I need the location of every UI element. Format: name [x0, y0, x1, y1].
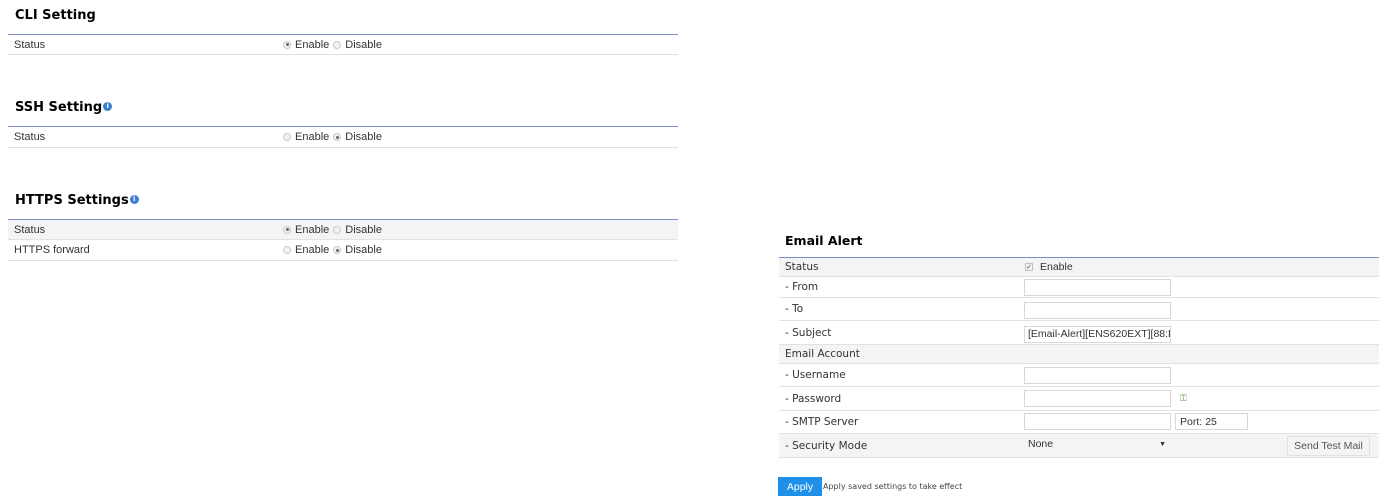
email-to-input[interactable] — [1024, 302, 1171, 319]
https-status-label: Status — [14, 223, 46, 236]
ssh-disable-label[interactable]: Disable — [345, 131, 382, 143]
https-forward-enable-radio[interactable] — [283, 246, 291, 254]
dropdown-arrow-icon: ▼ — [1159, 441, 1166, 448]
ssh-setting-title: SSH Setting i — [15, 100, 113, 115]
email-account-row: Email Account — [779, 345, 1379, 364]
ssh-status-row: Status Enable Disable — [8, 127, 678, 148]
cli-setting-title-text: CLI Setting — [15, 8, 96, 23]
email-password-input[interactable] — [1024, 390, 1171, 407]
cli-disable-label[interactable]: Disable — [345, 39, 382, 51]
email-username-label: - Username — [785, 369, 846, 381]
email-smtp-label: - SMTP Server — [785, 416, 859, 428]
smtp-port-field[interactable]: Port: 25 — [1175, 413, 1248, 430]
email-subject-label: - Subject — [785, 326, 832, 339]
cli-status-row: Status Enable Disable — [8, 35, 678, 55]
ssh-enable-radio[interactable] — [283, 133, 291, 141]
email-subject-input[interactable]: [Email-Alert][ENS620EXT][88:D — [1024, 326, 1171, 343]
https-disable-label[interactable]: Disable — [345, 224, 382, 236]
cli-status-label: Status — [14, 38, 46, 51]
email-status-row: Status ✓ Enable — [779, 258, 1379, 277]
email-password-label: - Password — [785, 392, 842, 405]
https-enable-radio[interactable] — [283, 225, 291, 234]
security-mode-value: None — [1028, 438, 1054, 450]
email-security-label: - Security Mode — [785, 439, 868, 452]
ssh-disable-radio[interactable] — [333, 133, 342, 141]
https-forward-label: HTTPS forward — [14, 244, 90, 256]
email-alert-title: Email Alert — [785, 233, 863, 248]
cli-enable-label[interactable]: Enable — [295, 39, 329, 51]
email-alert-title-text: Email Alert — [785, 233, 863, 248]
ssh-status-label: Status — [14, 131, 46, 143]
apply-button[interactable]: Apply — [778, 477, 822, 496]
email-to-label: - To — [785, 303, 804, 315]
smtp-port-label: Port: — [1180, 415, 1203, 428]
https-settings-title: HTTPS Settings i — [15, 193, 139, 208]
key-icon[interactable]: ⚿ — [1180, 393, 1187, 404]
https-disable-radio[interactable] — [333, 225, 342, 234]
ssh-setting-title-text: SSH Setting — [15, 100, 103, 115]
send-test-mail-button[interactable]: Send Test Mail — [1287, 436, 1370, 456]
security-mode-select[interactable]: None ▼ — [1024, 436, 1171, 453]
email-username-input[interactable] — [1024, 367, 1171, 384]
info-icon[interactable]: i — [103, 101, 113, 111]
info-icon[interactable]: i — [129, 194, 139, 204]
https-status-row: Status Enable Disable — [8, 220, 678, 240]
https-settings-title-text: HTTPS Settings — [15, 193, 129, 208]
email-status-label: Status — [785, 261, 819, 273]
email-smtp-input[interactable] — [1024, 413, 1171, 430]
email-enable-checkbox[interactable]: ✓ — [1025, 263, 1033, 271]
email-enable-label[interactable]: Enable — [1040, 261, 1073, 273]
https-forward-disable-label[interactable]: Disable — [345, 244, 382, 256]
email-account-label: Email Account — [785, 348, 860, 360]
apply-note: Apply saved settings to take effect — [823, 482, 963, 491]
cli-disable-radio[interactable] — [333, 40, 342, 49]
https-forward-enable-label[interactable]: Enable — [295, 244, 329, 256]
email-from-label: - From — [785, 281, 819, 293]
cli-enable-radio[interactable] — [283, 40, 291, 49]
cli-setting-title: CLI Setting — [15, 8, 96, 23]
ssh-enable-label[interactable]: Enable — [295, 131, 329, 143]
https-enable-label[interactable]: Enable — [295, 224, 329, 236]
email-from-input[interactable] — [1024, 279, 1171, 296]
https-forward-row: HTTPS forward Enable Disable — [8, 240, 678, 261]
https-forward-disable-radio[interactable] — [333, 246, 342, 254]
smtp-port-value[interactable]: 25 — [1205, 416, 1217, 428]
